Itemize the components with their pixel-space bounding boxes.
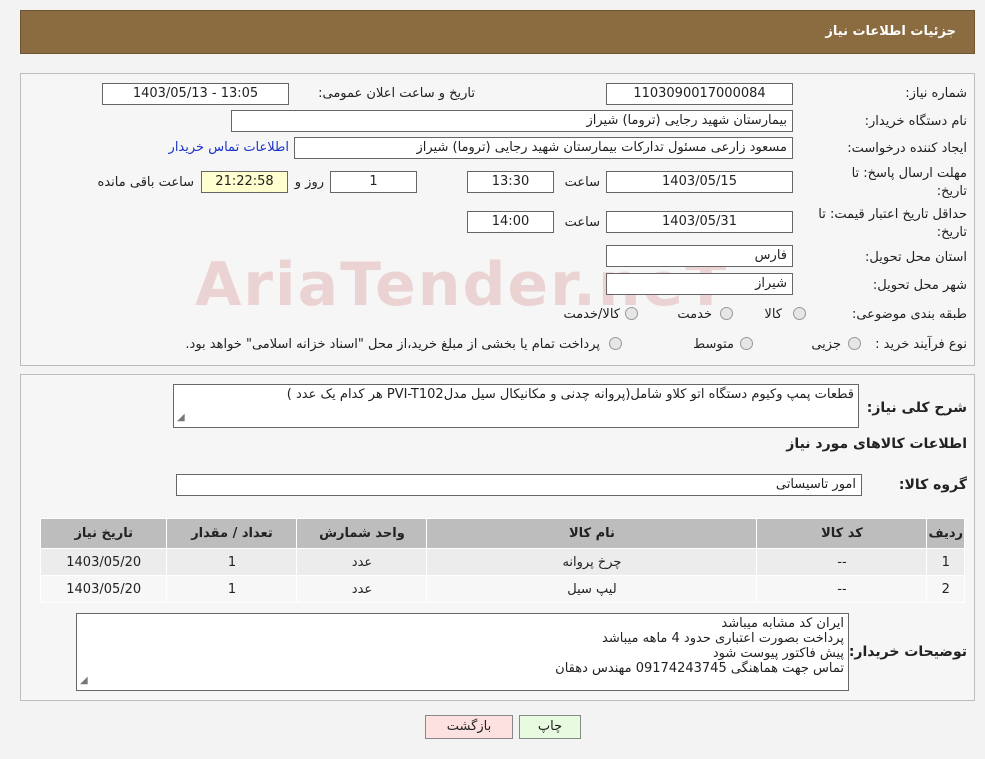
city-field: شیراز bbox=[606, 273, 793, 295]
cell-item-code: -- bbox=[756, 575, 928, 603]
cell-unit: عدد bbox=[296, 575, 428, 603]
category-option-goods: کالا bbox=[764, 307, 782, 322]
category-radio-service[interactable] bbox=[720, 307, 733, 320]
announce-label: تاریخ و ساعت اعلان عمومی: bbox=[318, 86, 475, 101]
need-number-field: 1103090017000084 bbox=[606, 83, 793, 105]
cell-item-name: لیپ سیل bbox=[426, 575, 758, 603]
buyer-notes-label: توضیحات خریدار: bbox=[848, 644, 967, 660]
need-number-label: شماره نیاز: bbox=[905, 86, 967, 101]
category-radio-goods[interactable] bbox=[793, 307, 806, 320]
page-title: جزئیات اطلاعات نیاز bbox=[825, 24, 956, 39]
page-header: جزئیات اطلاعات نیاز bbox=[20, 10, 975, 54]
validity-time-field: 14:00 bbox=[467, 211, 554, 233]
creator-field: مسعود زارعی مسئول تدارکات بیمارستان شهید… bbox=[294, 137, 793, 159]
cell-quantity: 1 bbox=[166, 548, 298, 576]
buyer-note-line: پیش فاکتور پیوست شود bbox=[712, 646, 844, 661]
goods-group-label: گروه کالا: bbox=[898, 477, 967, 493]
category-option-service: خدمت bbox=[677, 307, 712, 322]
cell-quantity: 1 bbox=[166, 575, 298, 603]
validity-label: حداقل تاریخ اعتبار قیمت: تا تاریخ: bbox=[818, 207, 967, 240]
cell-item-name: چرخ پروانه bbox=[426, 548, 758, 576]
buyer-contact-link[interactable]: اطلاعات تماس خریدار bbox=[169, 140, 289, 155]
resize-grip-icon[interactable]: ◢ bbox=[177, 410, 185, 425]
category-option-goods-service: کالا/خدمت bbox=[563, 307, 620, 322]
process-option-minor: جزیی bbox=[811, 337, 841, 352]
col-need-date: تاریخ نیاز bbox=[39, 518, 168, 549]
validity-time-label: ساعت bbox=[564, 215, 600, 230]
buyer-org-label: نام دستگاه خریدار: bbox=[864, 114, 967, 129]
description-field: قطعات پمپ وکیوم دستگاه اتو کلاو شامل(پرو… bbox=[173, 384, 859, 428]
resize-grip-icon[interactable]: ◢ bbox=[80, 673, 88, 688]
buyer-note-line: پرداخت بصورت اعتباری حدود 4 ماهه میباشد bbox=[602, 631, 844, 646]
table-header-row: ردیف کد کالا نام کالا واحد شمارش تعداد /… bbox=[39, 518, 965, 549]
cell-need-date: 1403/05/20 bbox=[39, 575, 168, 603]
table-row: 1 -- چرخ پروانه عدد 1 1403/05/20 bbox=[39, 548, 965, 576]
back-button[interactable]: بازگشت bbox=[425, 715, 513, 739]
process-radio-minor[interactable] bbox=[848, 337, 861, 350]
cell-item-code: -- bbox=[756, 548, 928, 576]
goods-table: ردیف کد کالا نام کالا واحد شمارش تعداد /… bbox=[39, 518, 965, 603]
process-radio-medium[interactable] bbox=[740, 337, 753, 350]
process-label: نوع فرآیند خرید : bbox=[875, 337, 967, 352]
col-item-code: کد کالا bbox=[756, 518, 928, 549]
category-radio-goods-service[interactable] bbox=[625, 307, 638, 320]
buyer-note-line: تماس جهت هماهنگی 09174243745 مهندس دهقان bbox=[555, 661, 844, 676]
deadline-date-field: 1403/05/15 bbox=[606, 171, 793, 193]
validity-date-field: 1403/05/31 bbox=[606, 211, 793, 233]
goods-section-title: اطلاعات کالاهای مورد نیاز bbox=[786, 436, 967, 452]
days-field: 1 bbox=[330, 171, 417, 193]
buyer-org-field: بیمارستان شهید رجایی (تروما) شیراز bbox=[231, 110, 793, 132]
deadline-label: مهلت ارسال پاسخ: تا تاریخ: bbox=[851, 166, 967, 199]
days-label: روز و bbox=[294, 175, 324, 190]
col-item-name: نام کالا bbox=[426, 518, 758, 549]
city-label: شهر محل تحویل: bbox=[872, 278, 967, 293]
description-label: شرح کلی نیاز: bbox=[866, 400, 967, 416]
cell-row-number: 2 bbox=[926, 575, 965, 603]
buyer-note-line: ایران کد مشابه میباشد bbox=[721, 616, 844, 631]
cell-unit: عدد bbox=[296, 548, 428, 576]
cell-row-number: 1 bbox=[926, 548, 965, 576]
announce-field: 1403/05/13 - 13:05 bbox=[102, 83, 289, 105]
province-field: فارس bbox=[606, 245, 793, 267]
buyer-notes-field: ایران کد مشابه میباشد پرداخت بصورت اعتبا… bbox=[76, 613, 849, 691]
category-label: طبقه بندی موضوعی: bbox=[851, 307, 967, 322]
cell-need-date: 1403/05/20 bbox=[39, 548, 168, 576]
remaining-label: ساعت باقی مانده bbox=[97, 175, 194, 190]
deadline-time-label: ساعت bbox=[564, 175, 600, 190]
creator-label: ایجاد کننده درخواست: bbox=[847, 141, 967, 156]
process-option-medium: متوسط bbox=[693, 337, 734, 352]
col-row-number: ردیف bbox=[926, 518, 965, 549]
col-unit: واحد شمارش bbox=[296, 518, 428, 549]
province-label: استان محل تحویل: bbox=[865, 250, 967, 265]
process-note: پرداخت تمام یا بخشی از مبلغ خرید،از محل … bbox=[185, 337, 600, 352]
process-radio-treasury[interactable] bbox=[609, 337, 622, 350]
goods-group-field: امور تاسیساتی bbox=[176, 474, 862, 496]
table-row: 2 -- لیپ سیل عدد 1 1403/05/20 bbox=[39, 575, 965, 603]
print-button[interactable]: چاپ bbox=[519, 715, 581, 739]
col-quantity: تعداد / مقدار bbox=[166, 518, 298, 549]
remaining-time-field: 21:22:58 bbox=[201, 171, 288, 193]
deadline-time-field: 13:30 bbox=[467, 171, 554, 193]
